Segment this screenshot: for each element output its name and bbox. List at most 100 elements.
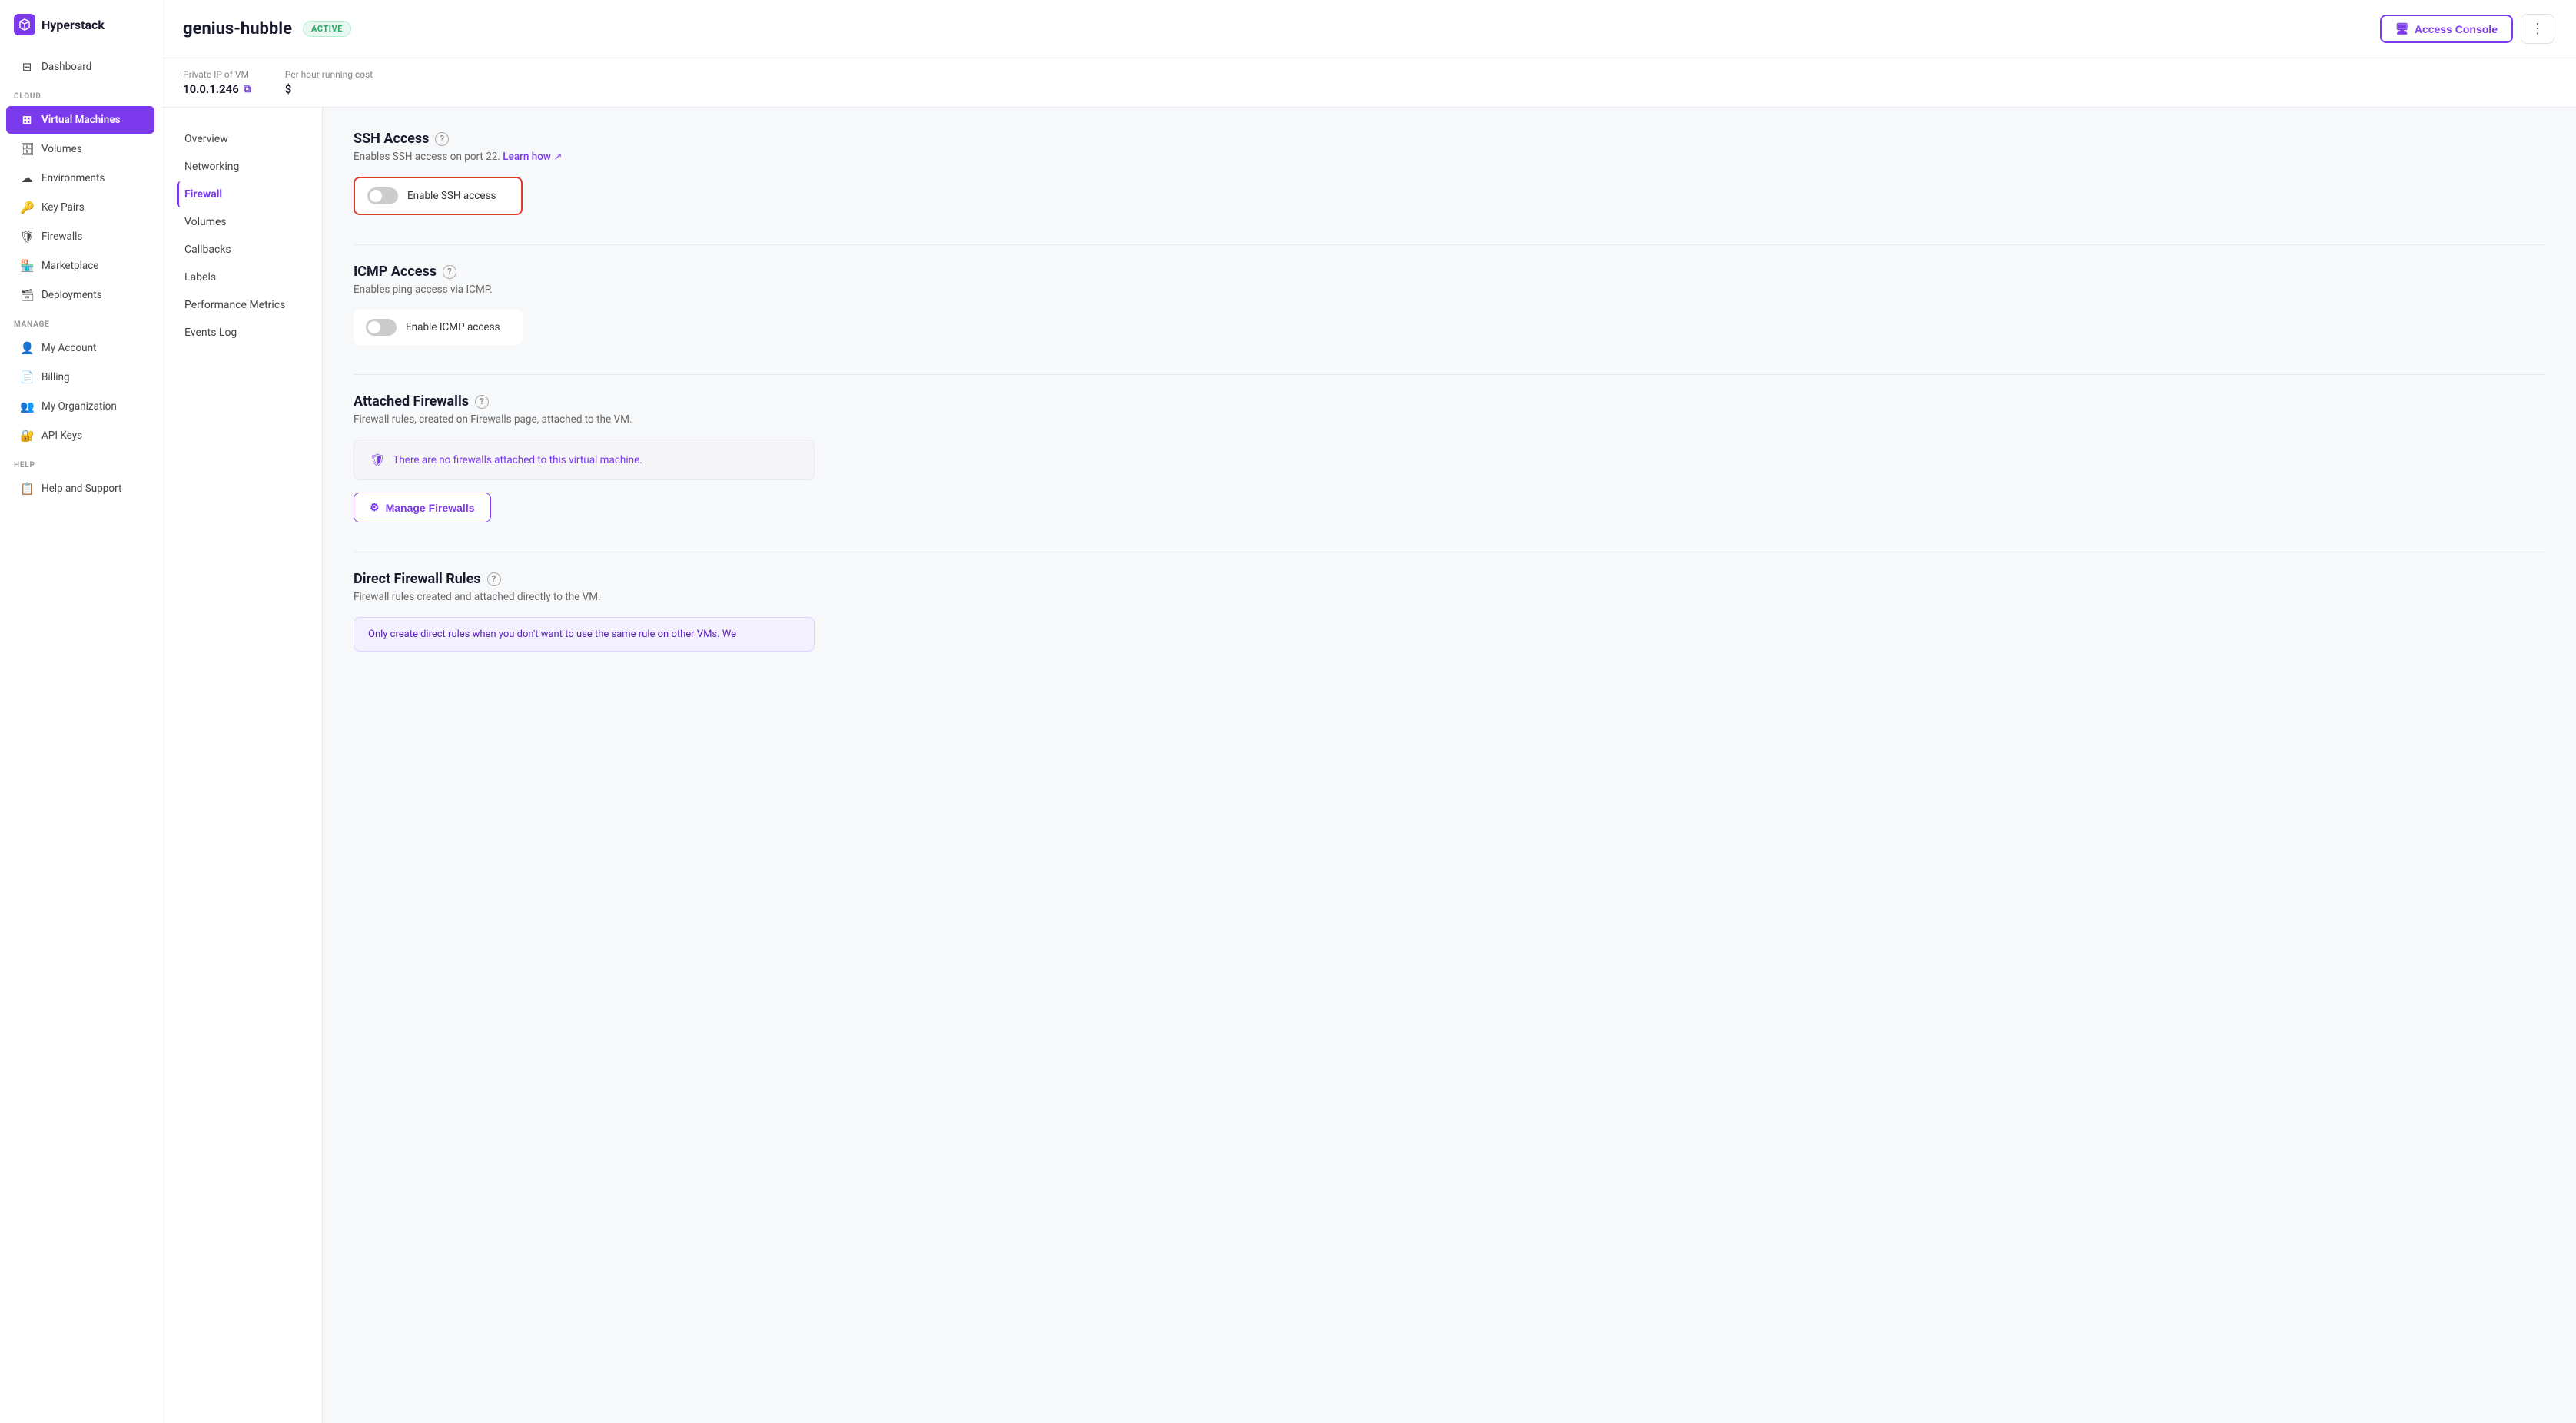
manage-firewalls-button[interactable]: ⚙ Manage Firewalls <box>354 493 491 522</box>
no-firewalls-text: There are no firewalls attached to this … <box>393 454 642 466</box>
direct-rules-title: Direct Firewall Rules ? <box>354 571 2545 587</box>
api-keys-icon: 🔐 <box>20 429 34 443</box>
sidebar-item-label: Billing <box>41 371 70 383</box>
vm-name: genius-hubble <box>183 19 292 38</box>
more-options-button[interactable]: ⋮ <box>2521 14 2554 44</box>
attached-firewalls-section: Attached Firewalls ? Firewall rules, cre… <box>354 393 2545 522</box>
ssh-title: SSH Access ? <box>354 131 2545 147</box>
sidebar-item-my-account[interactable]: 👤 My Account <box>6 334 154 362</box>
ssh-help-icon[interactable]: ? <box>435 132 449 146</box>
sub-nav: Overview Networking Firewall Volumes Cal… <box>161 108 323 1423</box>
sidebar-item-firewalls[interactable]: 🛡 Firewalls <box>6 223 154 250</box>
attached-firewalls-desc: Firewall rules, created on Firewalls pag… <box>354 413 2545 426</box>
main-area: genius-hubble ACTIVE 🖥 Access Console ⋮ … <box>161 0 2576 1423</box>
sidebar-item-label: My Account <box>41 342 96 354</box>
notice-shield-icon: 🛡 <box>370 453 385 467</box>
sidebar-item-key-pairs[interactable]: 🔑 Key Pairs <box>6 194 154 221</box>
private-ip-info: Private IP of VM 10.0.1.246 ⧉ <box>183 69 251 96</box>
icmp-title: ICMP Access ? <box>354 264 2545 280</box>
sidebar-item-label: Environments <box>41 172 105 184</box>
hourly-cost-label: Per hour running cost <box>285 69 373 80</box>
direct-rules-desc: Firewall rules created and attached dire… <box>354 591 2545 603</box>
ssh-learn-link[interactable]: Learn how ↗ <box>503 151 562 163</box>
direct-rules-help-icon[interactable]: ? <box>487 572 501 586</box>
sidebar-item-label: Marketplace <box>41 260 98 272</box>
hourly-cost-info: Per hour running cost $ <box>285 69 373 96</box>
dashboard-icon: ⊟ <box>20 60 34 74</box>
ssh-toggle-row: Enable SSH access <box>354 177 523 215</box>
page-body: SSH Access ? Enables SSH access on port … <box>323 108 2576 1423</box>
access-console-label: Access Console <box>2415 23 2498 35</box>
hyperstack-logo-icon <box>14 14 35 35</box>
nav-item-callbacks[interactable]: Callbacks <box>177 237 307 263</box>
sidebar-item-dashboard[interactable]: ⊟ Dashboard <box>6 53 154 81</box>
volumes-icon: 🗄 <box>20 142 34 156</box>
environments-icon: ☁ <box>20 171 34 185</box>
nav-item-volumes[interactable]: Volumes <box>177 209 307 235</box>
status-badge: ACTIVE <box>303 21 351 37</box>
sidebar-item-help-support[interactable]: 📋 Help and Support <box>6 475 154 503</box>
sidebar-item-label: Help and Support <box>41 483 121 495</box>
logo: Hyperstack <box>0 14 161 52</box>
sidebar-item-api-keys[interactable]: 🔐 API Keys <box>6 422 154 449</box>
sidebar-item-deployments[interactable]: 🗃 Deployments <box>6 281 154 309</box>
sidebar-item-label: Deployments <box>41 289 102 301</box>
nav-item-firewall[interactable]: Firewall <box>177 181 307 207</box>
nav-item-events-log[interactable]: Events Log <box>177 320 307 346</box>
manage-fw-label: Manage Firewalls <box>386 502 475 514</box>
logo-text: Hyperstack <box>41 18 105 32</box>
sidebar-item-label: My Organization <box>41 400 117 413</box>
icmp-help-icon[interactable]: ? <box>443 265 456 279</box>
sidebar-item-volumes[interactable]: 🗄 Volumes <box>6 135 154 163</box>
attached-firewalls-title: Attached Firewalls ? <box>354 393 2545 410</box>
access-console-button[interactable]: 🖥 Access Console <box>2380 15 2513 43</box>
direct-rules-notice: Only create direct rules when you don't … <box>354 617 815 652</box>
sidebar-item-label: API Keys <box>41 430 82 442</box>
help-support-icon: 📋 <box>20 482 34 496</box>
icmp-toggle[interactable] <box>366 319 397 336</box>
private-ip-text: 10.0.1.246 <box>183 82 239 96</box>
virtual-machines-icon: ⊞ <box>20 113 34 127</box>
sidebar-item-environments[interactable]: ☁ Environments <box>6 164 154 192</box>
no-firewalls-notice: 🛡 There are no firewalls attached to thi… <box>354 440 815 480</box>
nav-item-performance-metrics[interactable]: Performance Metrics <box>177 292 307 318</box>
firewalls-icon: 🛡 <box>20 230 34 244</box>
billing-icon: 📄 <box>20 370 34 384</box>
help-section-label: HELP <box>0 450 161 474</box>
sidebar-item-my-organization[interactable]: 👥 My Organization <box>6 393 154 420</box>
header-right: 🖥 Access Console ⋮ <box>2380 14 2554 44</box>
icmp-desc: Enables ping access via ICMP. <box>354 284 2545 296</box>
section-divider-2 <box>354 374 2545 375</box>
attached-firewalls-help-icon[interactable]: ? <box>475 395 489 409</box>
copy-icon[interactable]: ⧉ <box>244 83 251 95</box>
sidebar-item-marketplace[interactable]: 🏪 Marketplace <box>6 252 154 280</box>
ssh-access-section: SSH Access ? Enables SSH access on port … <box>354 131 2545 215</box>
header-left: genius-hubble ACTIVE <box>183 19 351 38</box>
hourly-cost-value: $ <box>285 82 373 96</box>
private-ip-label: Private IP of VM <box>183 69 251 80</box>
nav-item-networking[interactable]: Networking <box>177 154 307 180</box>
my-organization-icon: 👥 <box>20 400 34 413</box>
ssh-toggle-label: Enable SSH access <box>407 190 496 202</box>
nav-item-overview[interactable]: Overview <box>177 126 307 152</box>
console-icon: 🖥 <box>2395 22 2409 35</box>
ssh-toggle[interactable] <box>367 187 398 204</box>
icmp-toggle-row: Enable ICMP access <box>354 310 523 345</box>
meta-bar: Private IP of VM 10.0.1.246 ⧉ Per hour r… <box>161 58 2576 108</box>
icmp-toggle-label: Enable ICMP access <box>406 321 500 333</box>
cloud-section-label: CLOUD <box>0 81 161 105</box>
more-icon: ⋮ <box>2531 21 2544 36</box>
sidebar-item-label: Firewalls <box>41 231 82 243</box>
page-header: genius-hubble ACTIVE 🖥 Access Console ⋮ <box>161 0 2576 58</box>
manage-section-label: MANAGE <box>0 310 161 333</box>
icmp-access-section: ICMP Access ? Enables ping access via IC… <box>354 264 2545 345</box>
section-divider-1 <box>354 244 2545 245</box>
direct-firewall-rules-section: Direct Firewall Rules ? Firewall rules c… <box>354 571 2545 652</box>
deployments-icon: 🗃 <box>20 288 34 302</box>
sidebar-item-billing[interactable]: 📄 Billing <box>6 363 154 391</box>
direct-rules-notice-text: Only create direct rules when you don't … <box>368 629 736 640</box>
sidebar-item-virtual-machines[interactable]: ⊞ Virtual Machines <box>6 106 154 134</box>
sidebar-item-label: Volumes <box>41 143 82 155</box>
marketplace-icon: 🏪 <box>20 259 34 273</box>
nav-item-labels[interactable]: Labels <box>177 264 307 290</box>
